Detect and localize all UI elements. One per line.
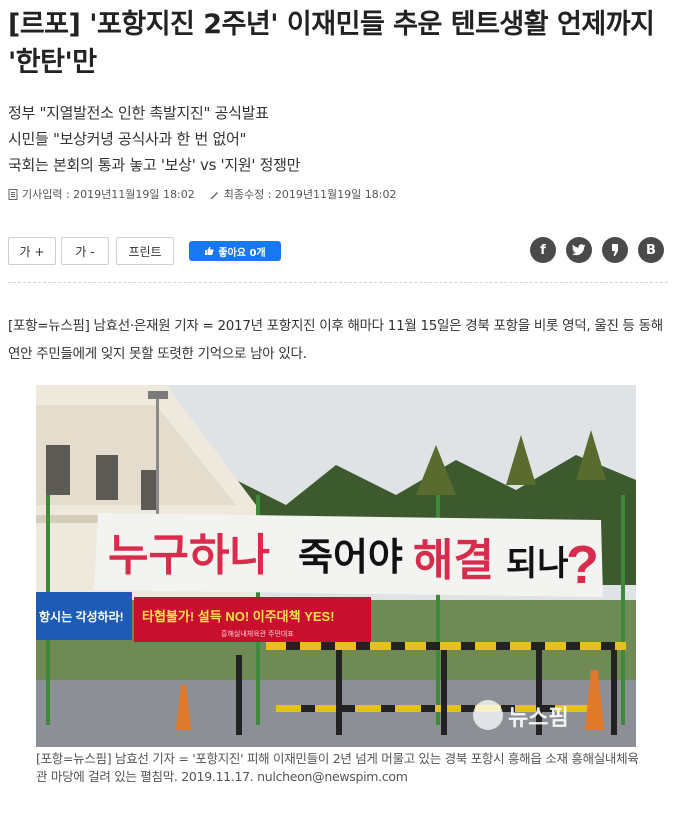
article-meta: 기사입력 : 2019년11월19일 18:02 최종수정 : 2019년11월… (8, 186, 396, 202)
font-decrease-button[interactable]: 가 - (61, 237, 109, 265)
input-date-label: 기사입력 : 2019년11월19일 18:02 (22, 188, 195, 201)
article-photo: 누구하나 죽어야 해결 되나 ? 항시는 각성하라! 타협불가! 설득 NO! … (36, 385, 636, 747)
blog-icon: B (646, 242, 656, 258)
facebook-like-button[interactable]: 좋아요 0개 (189, 241, 281, 261)
kakao-story-share-button[interactable] (602, 237, 628, 263)
article-title: [르포] '포항지진 2주년' 이재민들 추운 텐트생활 언제까지 '한탄'만 (8, 9, 655, 78)
divider (8, 282, 668, 283)
article-lead: [포항=뉴스핌] 남효선·은재원 기자 = 2017년 포항지진 이후 해마다 … (8, 318, 663, 362)
article-subtitles: 정부 "지열발전소 인한 촉발지진" 공식발표 시민들 "보상커녕 공식사과 한… (8, 100, 300, 178)
red-sign-small-text: 흥해실내체육관 주민대표 (221, 629, 294, 638)
blue-sign-text: 항시는 각성하라! (39, 609, 124, 624)
pencil-icon (210, 191, 218, 199)
thumbs-up-icon (205, 246, 214, 255)
banner-text-red-1: 누구하나 (108, 531, 270, 580)
edit-date-label: 최종수정 : 2019년11월19일 18:02 (223, 188, 397, 201)
document-icon (8, 188, 18, 200)
banner-text-black-1: 죽어야 (298, 537, 403, 579)
like-label: 좋아요 0개 (218, 247, 266, 259)
input-date: 기사입력 : 2019년11월19일 18:02 (8, 186, 195, 202)
article-toolbar: 가 + 가 - 프린트 좋아요 0개 f B (8, 237, 668, 265)
twitter-icon (572, 244, 586, 256)
banner-text-black-2: 되나 (506, 545, 569, 583)
print-button[interactable]: 프린트 (116, 237, 174, 265)
font-increase-button[interactable]: 가 + (8, 237, 56, 265)
blog-share-button[interactable]: B (638, 237, 664, 263)
subtitle-1: 정부 "지열발전소 인한 촉발지진" 공식발표 (8, 104, 269, 122)
facebook-share-button[interactable]: f (530, 237, 556, 263)
facebook-icon: f (540, 242, 546, 258)
photo-watermark: 뉴스핌 (508, 705, 569, 730)
subtitle-2: 시민들 "보상커녕 공식사과 한 번 없어" (8, 130, 247, 148)
twitter-share-button[interactable] (566, 237, 592, 263)
banner-text-red-2: 해결 (413, 536, 494, 585)
banner-question-mark: ? (566, 535, 599, 595)
kakao-story-icon (612, 244, 618, 256)
protest-banner-photo: 누구하나 죽어야 해결 되나 ? 항시는 각성하라! 타협불가! 설득 NO! … (36, 385, 636, 747)
photo-caption: [포항=뉴스핌] 남효선 기자 = '포항지진' 피해 이재민들이 2년 넘게 … (36, 751, 639, 784)
edit-date: 최종수정 : 2019년11월19일 18:02 (209, 186, 397, 202)
subtitle-3: 국회는 본회의 통과 놓고 '보상' vs '지원' 정쟁만 (8, 156, 301, 174)
red-sign-text: 타협불가! 설득 NO! 이주대책 YES! (142, 609, 335, 624)
